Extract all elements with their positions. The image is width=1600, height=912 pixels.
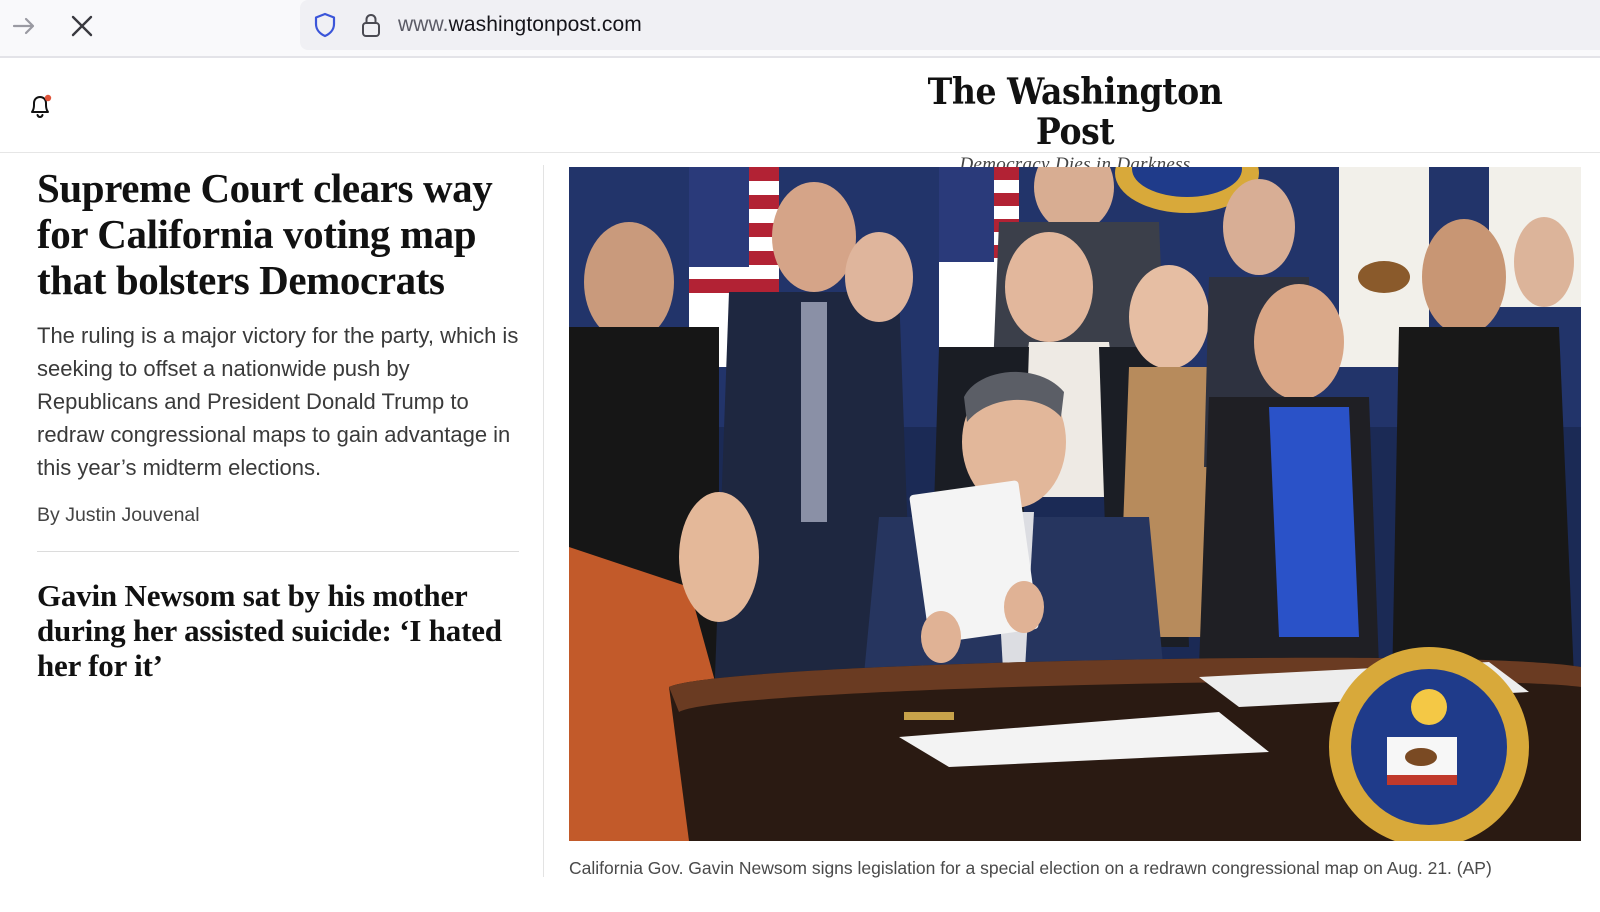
url-domain: washingtonpost.com	[448, 13, 642, 36]
url-text[interactable]: www.washingtonpost.com	[398, 13, 642, 37]
column-divider	[543, 165, 544, 877]
browser-toolbar: www.washingtonpost.com	[0, 0, 1600, 58]
address-bar[interactable]: www.washingtonpost.com	[300, 0, 1600, 50]
photo-caption: California Gov. Gavin Newsom signs legis…	[569, 858, 1492, 878]
author-link[interactable]: Justin Jouvenal	[65, 504, 199, 526]
lead-story-column: Supreme Court clears way for California …	[37, 165, 519, 683]
url-prefix: www.	[398, 13, 449, 36]
masthead-logo[interactable]: The Washington Post Democracy Dies in Da…	[880, 72, 1270, 176]
lead-summary: The ruling is a major victory for the pa…	[37, 323, 519, 480]
lead-headline[interactable]: Supreme Court clears way for California …	[37, 165, 519, 303]
notification-dot	[44, 94, 52, 102]
story-divider	[37, 551, 519, 552]
arrow-right-icon[interactable]	[8, 10, 40, 42]
shield-icon[interactable]	[312, 12, 338, 38]
governor-seal	[1329, 647, 1529, 841]
byline-prefix: By	[37, 504, 66, 526]
site-header: The Washington Post Democracy Dies in Da…	[0, 58, 1600, 175]
second-headline[interactable]: Gavin Newsom sat by his mother during he…	[37, 578, 519, 683]
byline: By Justin Jouvenal	[37, 504, 519, 527]
lock-icon[interactable]	[358, 12, 384, 38]
masthead-title: The Washington Post	[927, 71, 1223, 153]
bell-icon[interactable]	[24, 90, 56, 122]
lead-photo[interactable]	[569, 167, 1581, 841]
close-icon[interactable]	[66, 10, 98, 42]
